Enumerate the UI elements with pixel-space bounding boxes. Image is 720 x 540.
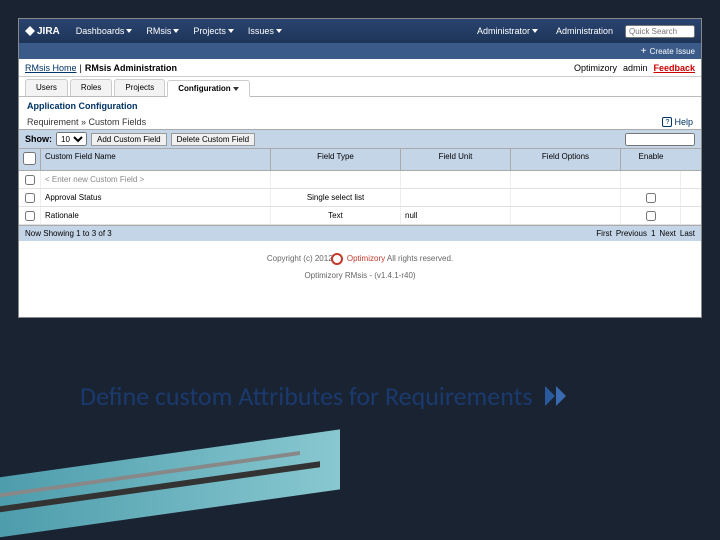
feedback-link[interactable]: Feedback [653,63,695,73]
tabs: Users Roles Projects Configuration [19,79,701,97]
cell-unit [401,189,511,206]
sub-nav: + Create Issue [19,43,701,59]
pager-previous[interactable]: Previous [616,229,647,238]
breadcrumb-home[interactable]: RMsis Home [25,63,77,73]
enable-checkbox[interactable] [646,211,656,221]
slide-title: Define custom Attributes for Requirement… [80,380,640,412]
chevron-down-icon [276,29,282,33]
cell-name[interactable]: Approval Status [41,189,271,206]
cell-type: Single select list [271,189,401,206]
show-select[interactable]: 10 [56,132,87,146]
version-label: Optimizory RMsis - (v1.4.1-r40) [19,269,701,282]
select-all-checkbox[interactable] [23,152,36,165]
top-nav: JIRA Dashboards RMsis Projects Issues Ad… [19,19,701,43]
pager-next[interactable]: Next [659,229,675,238]
table-row[interactable]: Approval Status Single select list [19,189,701,207]
cell-enable [621,189,681,206]
jira-logo-icon [25,26,35,36]
subsection-path: Requirement » Custom Fields ? Help [19,115,701,129]
path-requirement: Requirement [27,117,79,127]
tab-configuration[interactable]: Configuration [167,80,250,97]
help-link[interactable]: ? Help [662,117,693,127]
cell-unit: null [401,207,511,224]
th-name: Custom Field Name [41,149,271,170]
table-row[interactable]: < Enter new Custom Field > [19,171,701,189]
jira-window: JIRA Dashboards RMsis Projects Issues Ad… [18,18,702,318]
toolbar: Show: 10 Add Custom Field Delete Custom … [19,129,701,149]
tab-users[interactable]: Users [25,79,68,96]
section-title: Application Configuration [19,97,701,115]
plus-icon: + [641,46,647,57]
th-options: Field Options [511,149,621,170]
row-checkbox[interactable] [25,193,35,203]
cell-type [271,171,401,188]
pager: First Previous 1 Next Last [596,229,695,238]
help-icon: ? [662,117,672,127]
row-checkbox[interactable] [25,211,35,221]
table-footer: Now Showing 1 to 3 of 3 First Previous 1… [19,225,701,241]
cell-name[interactable]: < Enter new Custom Field > [41,171,271,188]
enable-checkbox[interactable] [646,193,656,203]
decorative-stripes [0,440,360,540]
cell-enable [621,207,681,224]
cell-options [511,207,621,224]
cell-name[interactable]: Rationale [41,207,271,224]
chevron-right-icon [545,386,566,406]
cell-enable [621,171,681,188]
copyright: Copyright (c) 2012 Optimizory All rights… [19,241,701,269]
admin-user-menu[interactable]: Administrator [471,23,544,39]
tab-roles[interactable]: Roles [70,79,112,96]
path-custom-fields: Custom Fields [89,117,147,127]
tab-projects[interactable]: Projects [114,79,165,96]
nav-dashboards[interactable]: Dashboards [70,23,139,39]
delete-custom-field-button[interactable]: Delete Custom Field [171,133,255,146]
administration-link[interactable]: Administration [550,23,619,39]
th-unit: Field Unit [401,149,511,170]
table-row[interactable]: Rationale Text null [19,207,701,225]
row-count-status: Now Showing 1 to 3 of 3 [25,229,112,238]
chevron-down-icon [173,29,179,33]
user-label: admin [623,63,648,73]
org-label: Optimizory [574,63,617,73]
product-name: JIRA [37,26,60,37]
cell-options [511,189,621,206]
row-checkbox[interactable] [25,175,35,185]
chevron-down-icon [126,29,132,33]
breadcrumb: RMsis Home | RMsis Administration Optimi… [19,59,701,77]
cell-options [511,171,621,188]
nav-rmsis[interactable]: RMsis [140,23,185,39]
th-checkbox [19,149,41,170]
pager-first[interactable]: First [596,229,612,238]
jira-logo[interactable]: JIRA [25,26,60,37]
chevron-down-icon [532,29,538,33]
pager-last[interactable]: Last [680,229,695,238]
custom-fields-table: Custom Field Name Field Type Field Unit … [19,149,701,241]
cell-unit [401,171,511,188]
create-issue-button[interactable]: + Create Issue [641,46,695,57]
nav-projects[interactable]: Projects [187,23,240,39]
cell-type: Text [271,207,401,224]
quick-search-input[interactable] [625,25,695,38]
th-type: Field Type [271,149,401,170]
show-label: Show: [25,134,52,144]
th-enable: Enable [621,149,681,170]
pager-page-1[interactable]: 1 [651,229,655,238]
highlight-circle-icon [331,253,343,265]
nav-issues[interactable]: Issues [242,23,288,39]
breadcrumb-current: RMsis Administration [85,63,177,73]
chevron-down-icon [233,87,239,91]
table-header: Custom Field Name Field Type Field Unit … [19,149,701,171]
filter-input[interactable] [625,133,695,146]
add-custom-field-button[interactable]: Add Custom Field [91,133,167,146]
chevron-down-icon [228,29,234,33]
